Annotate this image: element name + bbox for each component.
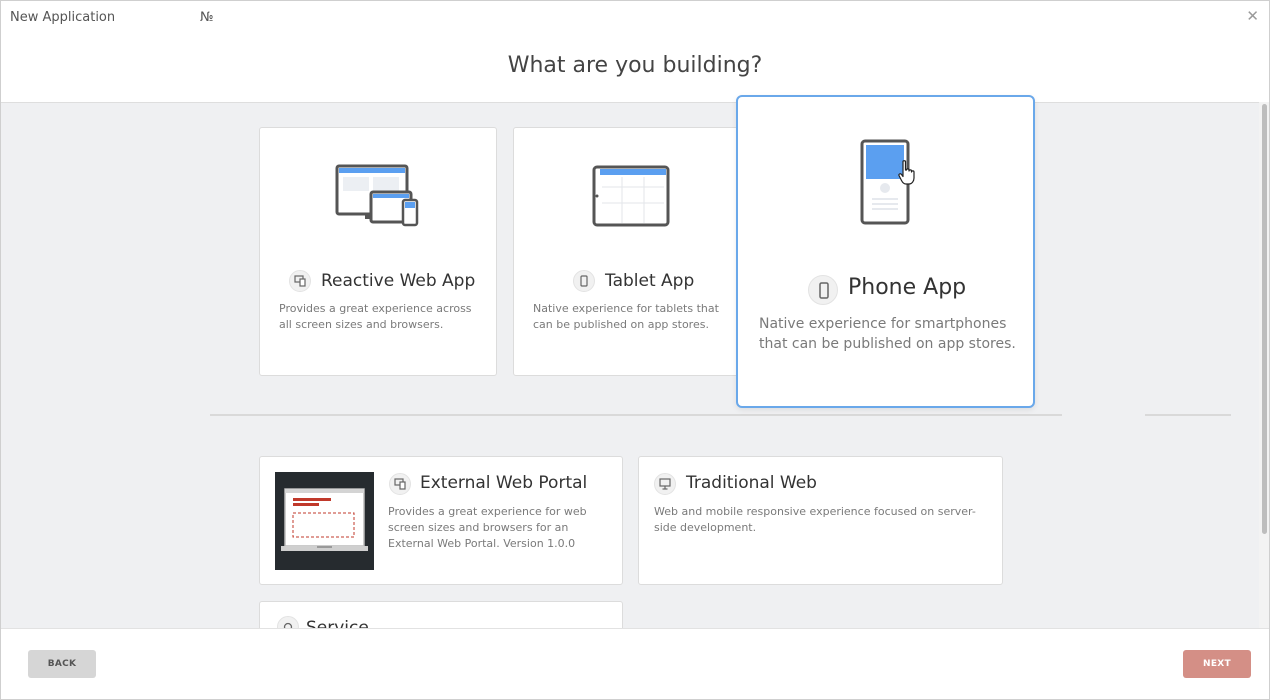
tablet-app-title: Tablet App — [605, 271, 695, 291]
section-divider — [210, 414, 1062, 416]
title-bar: New Application № ✕ — [1, 1, 1269, 35]
external-web-portal-title: External Web Portal — [420, 473, 588, 493]
phone-app-description: Native experience for smartphones that c… — [759, 316, 1016, 352]
title-extra-text: № — [200, 10, 214, 25]
portal-devices-icon — [389, 473, 411, 495]
traditional-web-description: Web and mobile responsive experience foc… — [654, 505, 976, 534]
monitor-icon — [654, 473, 676, 495]
reactive-web-app-title: Reactive Web App — [321, 271, 476, 291]
tablet-illustration — [592, 165, 670, 227]
traditional-web-title: Traditional Web — [686, 473, 817, 493]
tablet-app-card[interactable]: Tablet App Native experience for tablets… — [513, 127, 751, 376]
reactive-web-app-description: Provides a great experience across all s… — [279, 302, 472, 331]
scrollbar-thumb[interactable] — [1262, 104, 1267, 534]
phone-icon — [808, 275, 838, 305]
traditional-web-card[interactable]: Traditional Web Web and mobile responsiv… — [638, 456, 1003, 585]
tablet-app-description: Native experience for tablets that can b… — [533, 302, 719, 331]
reactive-web-app-card[interactable]: Reactive Web App Provides a great experi… — [259, 127, 497, 376]
section-divider-right — [1145, 414, 1231, 416]
external-portal-illustration — [275, 472, 374, 570]
external-web-portal-card[interactable]: External Web Portal Provides a great exp… — [259, 456, 623, 585]
hand-pointer-cursor-icon — [898, 160, 915, 185]
close-icon[interactable]: ✕ — [1246, 7, 1259, 25]
dialog-footer: BACK NEXT — [1, 628, 1269, 699]
devices-icon — [289, 270, 311, 292]
page-heading: What are you building? — [507, 53, 763, 78]
back-button[interactable]: BACK — [28, 650, 96, 678]
next-button[interactable]: NEXT — [1183, 650, 1251, 678]
external-web-portal-description: Provides a great experience for web scre… — [388, 505, 587, 550]
phone-app-title: Phone App — [848, 275, 967, 300]
service-card[interactable]: Service — [259, 601, 623, 629]
tablet-icon — [573, 270, 595, 292]
new-application-dialog: New Application № ✕ What are you buildin… — [0, 0, 1270, 700]
dialog-title: New Application — [10, 10, 116, 25]
reactive-devices-illustration — [335, 164, 419, 227]
content-scrollbar[interactable] — [1259, 102, 1269, 628]
app-type-gallery: Reactive Web App Provides a great experi… — [1, 102, 1261, 629]
phone-app-card[interactable]: Phone App Native experience for smartpho… — [736, 95, 1035, 408]
